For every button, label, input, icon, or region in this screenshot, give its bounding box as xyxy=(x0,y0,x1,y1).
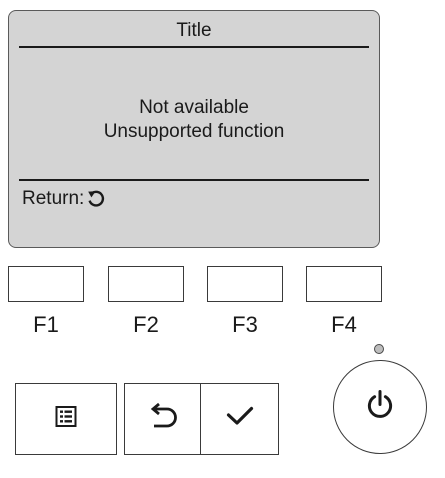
power-button[interactable] xyxy=(333,360,427,454)
title-divider xyxy=(19,46,369,48)
return-button[interactable] xyxy=(125,384,200,454)
return-label: Return: xyxy=(22,188,85,209)
f1-label: F1 xyxy=(33,312,59,337)
button-divider xyxy=(200,384,201,454)
power-indicator-lamp xyxy=(374,344,384,354)
return-confirm-group xyxy=(124,383,279,455)
message-line-2: Unsupported function xyxy=(103,121,285,142)
menu-button[interactable] xyxy=(15,383,117,455)
f3-button[interactable] xyxy=(207,266,283,302)
f2-button[interactable] xyxy=(108,266,184,302)
confirm-button[interactable] xyxy=(202,384,278,454)
status-message: Not available Unsupported function xyxy=(9,96,379,144)
lcd-screen: Title Not available Unsupported function… xyxy=(8,10,380,248)
message-line-1: Not available xyxy=(139,97,249,118)
f1-button[interactable] xyxy=(8,266,84,302)
return-hint: Return: xyxy=(22,188,106,210)
screen-title: Title xyxy=(176,20,212,41)
footer-divider xyxy=(19,179,369,181)
menu-list-icon xyxy=(55,406,77,433)
f4-button[interactable] xyxy=(306,266,382,302)
f3-label: F3 xyxy=(232,312,258,337)
checkmark-icon xyxy=(226,406,254,433)
power-icon xyxy=(365,389,395,426)
return-arrow-icon xyxy=(86,189,106,209)
f2-label: F2 xyxy=(133,312,159,337)
return-arrow-icon xyxy=(146,402,180,436)
f4-label: F4 xyxy=(331,312,357,337)
